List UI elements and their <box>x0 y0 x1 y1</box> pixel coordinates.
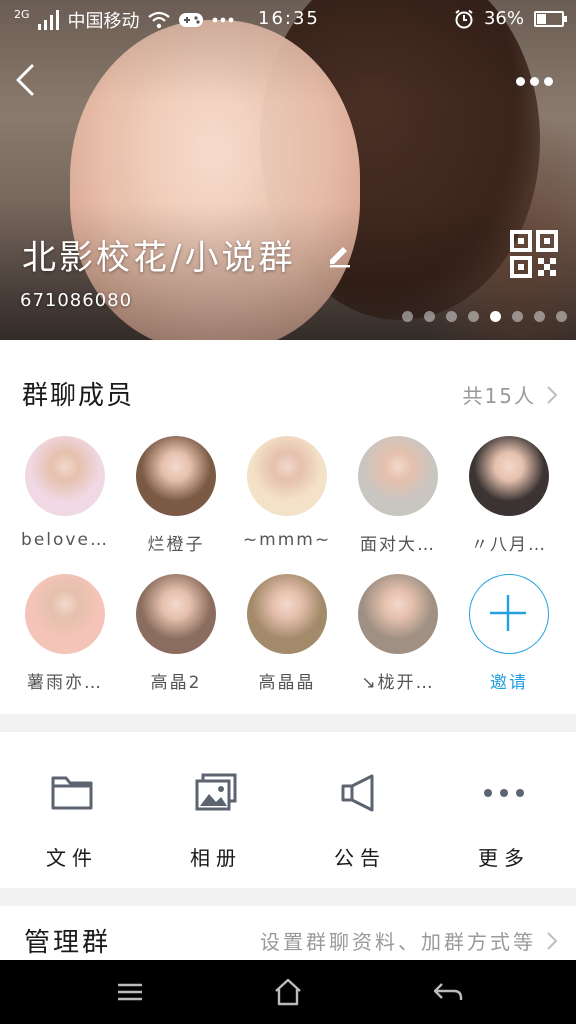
member-item[interactable]: belove… <box>10 436 120 550</box>
member-name: ↘栊开… <box>361 673 435 693</box>
edit-pencil-icon[interactable] <box>326 240 354 268</box>
invite-button[interactable]: 邀请 <box>454 574 564 693</box>
avatar <box>136 436 216 516</box>
member-item[interactable]: 高晶2 <box>121 574 231 693</box>
member-name: belove… <box>21 530 109 550</box>
plus-icon <box>469 574 549 654</box>
folder-icon <box>51 776 93 810</box>
announcement-label: 公告 <box>334 846 386 870</box>
member-name: 〃八月… <box>471 535 547 555</box>
member-item[interactable]: ↘栊开… <box>343 574 453 693</box>
pager-dot <box>424 311 435 322</box>
carrier-name: 中国移动 <box>67 11 140 32</box>
wifi-icon <box>147 11 170 29</box>
member-name: 高晶晶 <box>258 673 316 693</box>
member-name: ~mmm~ <box>242 530 332 550</box>
chevron-right-icon <box>547 931 558 950</box>
pager-dot <box>512 311 523 322</box>
status-bar: 2G 中国移动 16:35 36% <box>0 0 576 40</box>
more-actions-button[interactable]: 更多 <box>432 732 576 888</box>
avatar <box>136 574 216 654</box>
album-button[interactable]: 相册 <box>144 732 288 888</box>
pager-dot <box>468 311 479 322</box>
group-cover-photo[interactable] <box>0 0 576 340</box>
avatar <box>25 574 105 654</box>
member-name: 薯雨亦… <box>27 673 103 693</box>
member-item[interactable]: ~mmm~ <box>232 436 342 550</box>
more-label: 更多 <box>478 846 530 870</box>
invite-label: 邀请 <box>490 673 528 693</box>
avatar <box>469 436 549 516</box>
members-title: 群聊成员 <box>22 381 135 411</box>
files-button[interactable]: 文件 <box>0 732 144 888</box>
album-label: 相册 <box>190 846 242 870</box>
members-count: 共15人 <box>462 384 536 408</box>
member-name: 高晶2 <box>150 673 202 693</box>
photo-pager <box>402 311 567 322</box>
pager-dot <box>446 311 457 322</box>
menu-icon[interactable] <box>110 976 150 1008</box>
more-icon <box>484 789 524 797</box>
megaphone-icon <box>341 774 374 812</box>
member-item[interactable]: 〃八月… <box>454 436 564 555</box>
avatar <box>358 574 438 654</box>
back-icon[interactable] <box>428 976 468 1008</box>
home-icon[interactable] <box>268 976 308 1008</box>
actions-section: 文件 相册 公告 更多 <box>0 732 576 888</box>
alarm-icon <box>455 9 473 28</box>
announcement-button[interactable]: 公告 <box>288 732 432 888</box>
gamepad-icon <box>178 13 203 27</box>
member-item[interactable]: 高晶晶 <box>232 574 342 693</box>
album-icon <box>195 773 237 811</box>
group-name: 北影校花/小说群 <box>22 238 296 278</box>
pager-dot <box>402 311 413 322</box>
qr-code-icon[interactable] <box>510 230 558 278</box>
avatar <box>25 436 105 516</box>
more-options-button[interactable] <box>516 66 562 96</box>
chevron-right-icon <box>547 385 558 404</box>
member-item[interactable]: 烂橙子 <box>121 436 231 555</box>
avatar <box>247 574 327 654</box>
system-nav-bar <box>0 960 576 1024</box>
members-count-link[interactable]: 共15人 <box>463 380 558 409</box>
pager-dot <box>534 311 545 322</box>
signal-icon <box>37 10 59 30</box>
files-label: 文件 <box>46 846 98 870</box>
pager-dot <box>490 311 501 322</box>
clock: 16:35 <box>258 8 320 29</box>
avatar <box>247 436 327 516</box>
more-notifications-icon <box>212 17 233 23</box>
manage-description: 设置群聊资料、加群方式等 <box>260 930 536 954</box>
network-type: 2G <box>14 7 30 21</box>
battery-percent: 36% <box>483 8 524 29</box>
member-item[interactable]: 面对大… <box>343 436 453 555</box>
manage-title: 管理群 <box>24 928 112 958</box>
member-name: 烂橙子 <box>147 535 205 555</box>
member-name: 面对大… <box>360 535 436 555</box>
group-id: 671086080 <box>20 290 133 311</box>
back-arrow-icon[interactable] <box>10 60 40 100</box>
member-item[interactable]: 薯雨亦… <box>10 574 120 693</box>
members-section: 群聊成员 共15人 belove… 烂橙子 ~mmm~ 面对大… 〃八月… 薯雨… <box>0 340 576 714</box>
pager-dot <box>556 311 567 322</box>
manage-group-row[interactable]: 管理群 设置群聊资料、加群方式等 <box>0 906 576 964</box>
battery-icon <box>534 10 567 27</box>
avatar <box>358 436 438 516</box>
